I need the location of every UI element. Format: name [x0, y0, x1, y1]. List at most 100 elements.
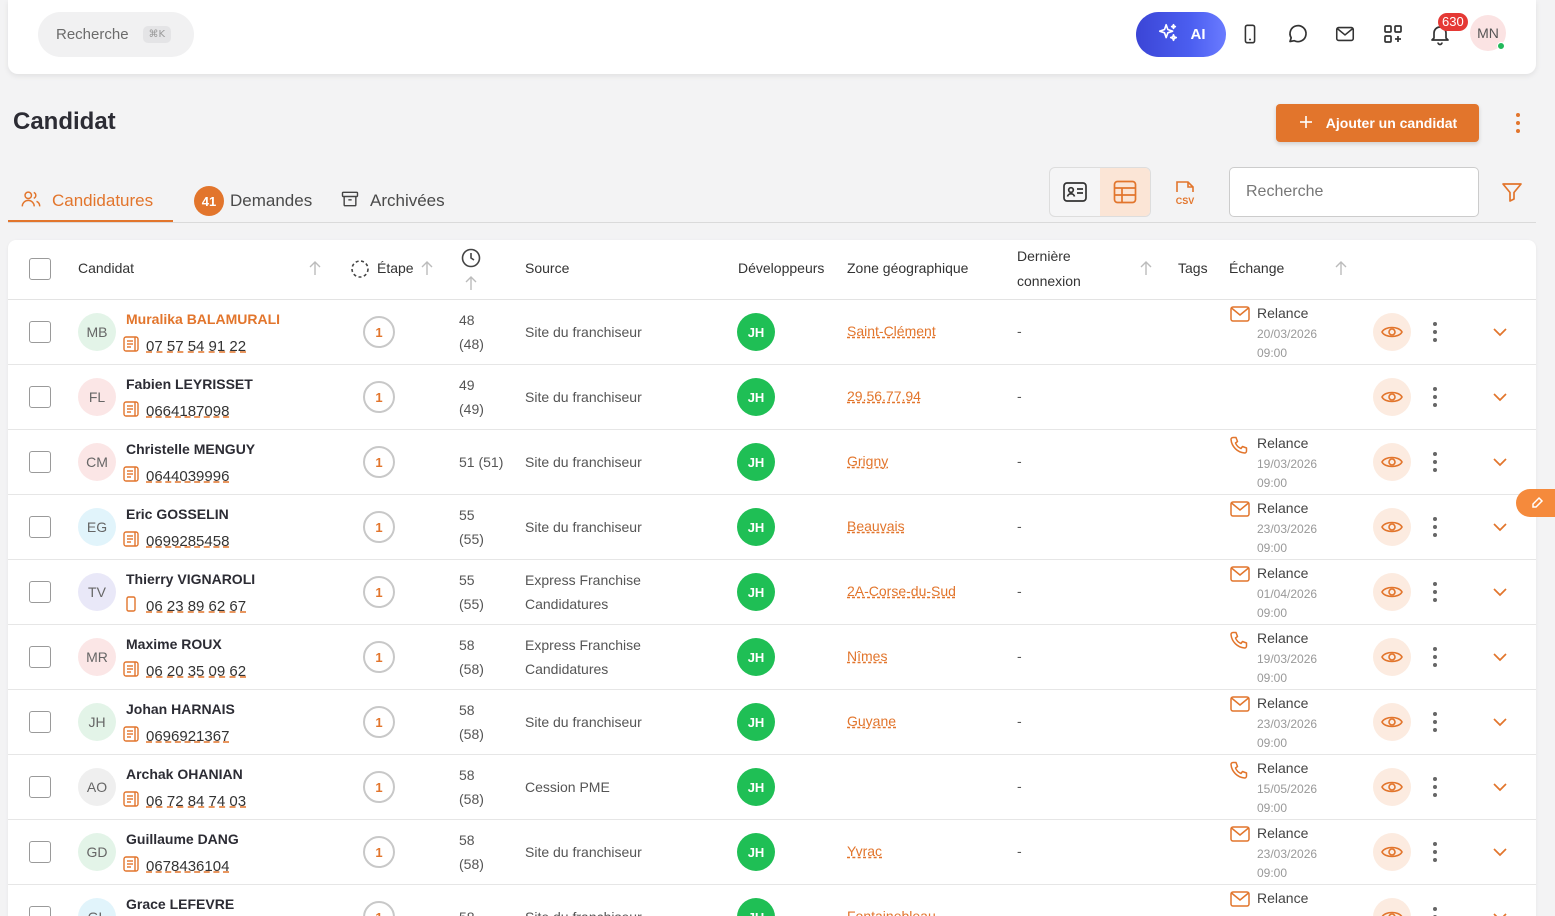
- table-row[interactable]: TV Thierry VIGNAROLI 06 23 89 62 67 1 55…: [8, 560, 1536, 625]
- zone-link[interactable]: Guyane: [847, 713, 896, 729]
- table-row[interactable]: JH Johan HARNAIS 0696921367 1 58 (58) Si…: [8, 690, 1536, 755]
- table-row[interactable]: GL Grace LEFEVRE 1 58 Site du franchiseu…: [8, 885, 1536, 916]
- step-badge[interactable]: 1: [363, 641, 395, 673]
- row-checkbox[interactable]: [29, 321, 51, 343]
- chevron-down-icon[interactable]: [1490, 907, 1510, 916]
- view-eye-icon[interactable]: [1373, 638, 1411, 676]
- exchange-title[interactable]: Relance: [1257, 825, 1308, 841]
- developer-avatar[interactable]: JH: [737, 378, 775, 416]
- table-row[interactable]: AO Archak OHANIAN 06 72 84 74 03 1 58 (5…: [8, 755, 1536, 820]
- zone-link[interactable]: Fontainebleau: [847, 908, 936, 916]
- view-eye-icon[interactable]: [1373, 833, 1411, 871]
- candidate-phone[interactable]: 06 20 35 09 62: [122, 660, 246, 682]
- sort-arrow-icon[interactable]: [420, 260, 434, 276]
- sort-arrow-icon[interactable]: [308, 260, 322, 276]
- chevron-down-icon[interactable]: [1490, 842, 1510, 862]
- row-more-icon[interactable]: [1430, 840, 1440, 864]
- chat-icon[interactable]: [1284, 20, 1312, 48]
- row-more-icon[interactable]: [1430, 450, 1440, 474]
- row-more-icon[interactable]: [1430, 710, 1440, 734]
- apps-icon[interactable]: [1379, 20, 1407, 48]
- candidate-name[interactable]: Maxime ROUX: [126, 636, 222, 652]
- side-pin-tab[interactable]: [1516, 489, 1555, 517]
- developer-avatar[interactable]: JH: [737, 313, 775, 351]
- zone-link[interactable]: Saint-Clément: [847, 323, 936, 339]
- exchange-title[interactable]: Relance: [1257, 695, 1308, 711]
- view-eye-icon[interactable]: [1373, 703, 1411, 741]
- step-badge[interactable]: 1: [363, 576, 395, 608]
- tab-candidatures[interactable]: Candidatures: [20, 180, 153, 222]
- row-checkbox[interactable]: [29, 841, 51, 863]
- row-checkbox[interactable]: [29, 451, 51, 473]
- zone-link[interactable]: Grigny: [847, 453, 888, 469]
- sort-arrow-icon[interactable]: [1334, 260, 1348, 276]
- sort-arrow-icon[interactable]: [464, 275, 478, 291]
- row-more-icon[interactable]: [1430, 515, 1440, 539]
- candidate-name[interactable]: Muralika BALAMURALI: [126, 311, 280, 327]
- candidate-phone[interactable]: 0696921367: [122, 725, 229, 747]
- chevron-down-icon[interactable]: [1490, 582, 1510, 602]
- user-avatar[interactable]: MN: [1470, 15, 1506, 51]
- table-row[interactable]: GD Guillaume DANG 0678436104 1 58 (58) S…: [8, 820, 1536, 885]
- row-checkbox[interactable]: [29, 646, 51, 668]
- view-eye-icon[interactable]: [1373, 443, 1411, 481]
- chevron-down-icon[interactable]: [1490, 712, 1510, 732]
- developer-avatar[interactable]: JH: [737, 768, 775, 806]
- developer-avatar[interactable]: JH: [737, 638, 775, 676]
- exchange-title[interactable]: Relance: [1257, 630, 1308, 646]
- candidate-phone[interactable]: 07 57 54 91 22: [122, 335, 246, 357]
- candidate-phone[interactable]: 0678436104: [122, 855, 229, 877]
- candidate-name[interactable]: Grace LEFEVRE: [126, 896, 234, 912]
- table-row[interactable]: EG Eric GOSSELIN 0699285458 1 55 (55) Si…: [8, 495, 1536, 560]
- view-eye-icon[interactable]: [1373, 313, 1411, 351]
- zone-link[interactable]: Yvrac: [847, 843, 882, 859]
- candidate-phone[interactable]: 0699285458: [122, 530, 229, 552]
- chevron-down-icon[interactable]: [1490, 452, 1510, 472]
- row-more-icon[interactable]: [1430, 645, 1440, 669]
- candidate-name[interactable]: Eric GOSSELIN: [126, 506, 229, 522]
- chevron-down-icon[interactable]: [1490, 777, 1510, 797]
- chevron-down-icon[interactable]: [1490, 322, 1510, 342]
- chevron-down-icon[interactable]: [1490, 517, 1510, 537]
- csv-export-icon[interactable]: CSV: [1170, 178, 1200, 208]
- row-checkbox[interactable]: [29, 386, 51, 408]
- developer-avatar[interactable]: JH: [737, 703, 775, 741]
- chevron-down-icon[interactable]: [1490, 387, 1510, 407]
- candidate-name[interactable]: Fabien LEYRISSET: [126, 376, 253, 392]
- table-view-button[interactable]: [1100, 168, 1150, 216]
- developer-avatar[interactable]: JH: [737, 573, 775, 611]
- step-badge[interactable]: 1: [363, 836, 395, 868]
- exchange-title[interactable]: Relance: [1257, 500, 1308, 516]
- view-eye-icon[interactable]: [1373, 378, 1411, 416]
- exchange-title[interactable]: Relance: [1257, 760, 1308, 776]
- table-row[interactable]: FL Fabien LEYRISSET 0664187098 1 49 (49)…: [8, 365, 1536, 430]
- sort-arrow-icon[interactable]: [1139, 260, 1153, 276]
- filter-icon[interactable]: [1500, 180, 1526, 206]
- view-eye-icon[interactable]: [1373, 573, 1411, 611]
- row-more-icon[interactable]: [1430, 580, 1440, 604]
- view-eye-icon[interactable]: [1373, 768, 1411, 806]
- step-badge[interactable]: 1: [363, 771, 395, 803]
- developer-avatar[interactable]: JH: [737, 443, 775, 481]
- step-badge[interactable]: 1: [363, 901, 395, 916]
- table-row[interactable]: MR Maxime ROUX 06 20 35 09 62 1 58 (58) …: [8, 625, 1536, 690]
- row-more-icon[interactable]: [1430, 320, 1440, 344]
- exchange-title[interactable]: Relance: [1257, 565, 1308, 581]
- tab-demandes[interactable]: 41 Demandes: [194, 180, 312, 222]
- row-checkbox[interactable]: [29, 906, 51, 916]
- row-more-icon[interactable]: [1430, 775, 1440, 799]
- candidate-phone[interactable]: 0644039996: [122, 465, 229, 487]
- zone-link[interactable]: 29.56.77.94: [847, 388, 921, 404]
- candidate-phone[interactable]: 0664187098: [122, 400, 229, 422]
- row-checkbox[interactable]: [29, 581, 51, 603]
- table-row[interactable]: MB Muralika BALAMURALI 07 57 54 91 22 1 …: [8, 300, 1536, 365]
- tab-archivees[interactable]: Archivées: [340, 180, 445, 222]
- step-badge[interactable]: 1: [363, 446, 395, 478]
- row-checkbox[interactable]: [29, 776, 51, 798]
- select-all-checkbox[interactable]: [29, 258, 51, 280]
- mail-icon[interactable]: [1331, 20, 1359, 48]
- row-more-icon[interactable]: [1430, 905, 1440, 916]
- developer-avatar[interactable]: JH: [737, 898, 775, 916]
- candidate-name[interactable]: Guillaume DANG: [126, 831, 239, 847]
- candidate-phone[interactable]: 06 72 84 74 03: [122, 790, 246, 812]
